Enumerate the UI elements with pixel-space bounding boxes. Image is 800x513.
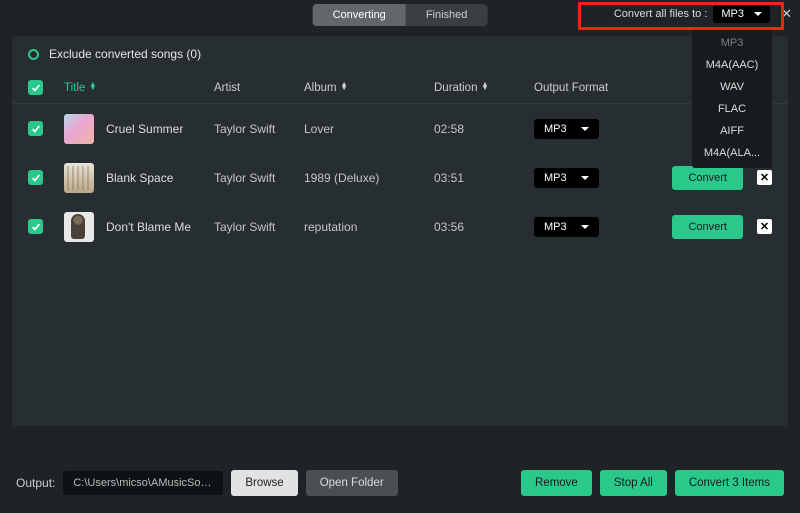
row-checkbox[interactable] <box>28 219 43 234</box>
convert-all-wrap: Convert all files to : MP3 <box>614 5 770 23</box>
songs-panel: Exclude converted songs (0) Search Title… <box>12 36 788 426</box>
song-artist: Taylor Swift <box>214 220 304 234</box>
browse-button[interactable]: Browse <box>231 470 297 496</box>
dropdown-item[interactable]: MP3 <box>692 32 772 54</box>
chevron-down-icon <box>581 127 589 131</box>
dropdown-item[interactable]: M4A(AAC) <box>692 54 772 76</box>
chevron-down-icon <box>581 176 589 180</box>
remove-row-button[interactable]: ✕ <box>757 170 772 185</box>
exclude-label[interactable]: Exclude converted songs (0) <box>49 47 201 61</box>
song-duration: 03:51 <box>434 171 534 185</box>
song-album: reputation <box>304 220 434 234</box>
tab-finished[interactable]: Finished <box>406 4 488 26</box>
song-artist: Taylor Swift <box>214 171 304 185</box>
row-format-select[interactable]: MP3 <box>534 168 599 188</box>
stop-all-button[interactable]: Stop All <box>600 470 667 496</box>
dropdown-item[interactable]: FLAC <box>692 98 772 120</box>
row-format-select[interactable]: MP3 <box>534 119 599 139</box>
dropdown-item[interactable]: M4A(ALA... <box>692 142 772 164</box>
convert-all-value: MP3 <box>721 8 744 20</box>
output-label: Output: <box>16 476 55 490</box>
row-checkbox[interactable] <box>28 121 43 136</box>
chevron-down-icon <box>754 12 762 16</box>
song-duration: 03:56 <box>434 220 534 234</box>
song-duration: 02:58 <box>434 122 534 136</box>
chevron-down-icon <box>581 225 589 229</box>
col-title[interactable]: Title▲▼ <box>64 82 214 94</box>
tab-converting[interactable]: Converting <box>313 4 406 26</box>
dropdown-item[interactable]: WAV <box>692 76 772 98</box>
convert-all-select[interactable]: MP3 <box>713 5 770 23</box>
song-title: Don't Blame Me <box>106 220 191 234</box>
row-format-value: MP3 <box>544 172 567 184</box>
convert-items-button[interactable]: Convert 3 Items <box>675 470 784 496</box>
row-checkbox[interactable] <box>28 170 43 185</box>
col-album[interactable]: Album▲▼ <box>304 82 434 94</box>
remove-button[interactable]: Remove <box>521 470 592 496</box>
sort-icon: ▲▼ <box>341 83 348 91</box>
convert-button[interactable]: Convert <box>672 166 743 190</box>
convert-button[interactable]: Convert <box>672 215 743 239</box>
table-body: Cruel Summer Taylor Swift Lover 02:58 MP… <box>12 104 788 251</box>
top-tabs: Converting Finished <box>313 4 488 26</box>
convert-all-label: Convert all files to : <box>614 8 708 20</box>
row-format-value: MP3 <box>544 221 567 233</box>
album-art <box>64 114 94 144</box>
table-row: Cruel Summer Taylor Swift Lover 02:58 MP… <box>12 104 788 153</box>
song-artist: Taylor Swift <box>214 122 304 136</box>
song-album: 1989 (Deluxe) <box>304 171 434 185</box>
song-album: Lover <box>304 122 434 136</box>
select-all-checkbox[interactable] <box>28 80 43 95</box>
close-icon[interactable]: ✕ <box>781 6 792 22</box>
song-title: Cruel Summer <box>106 122 183 136</box>
table-row: Blank Space Taylor Swift 1989 (Deluxe) 0… <box>12 153 788 202</box>
sort-icon: ▲▼ <box>481 83 488 91</box>
sort-icon: ▲▼ <box>89 83 96 91</box>
album-art <box>64 163 94 193</box>
footer: Output: C:\Users\micso\AMusicSoft\... Br… <box>0 453 800 513</box>
song-title: Blank Space <box>106 171 173 185</box>
output-path[interactable]: C:\Users\micso\AMusicSoft\... <box>63 471 223 495</box>
col-duration[interactable]: Duration▲▼ <box>434 82 534 94</box>
col-artist: Artist <box>214 82 304 94</box>
dropdown-item[interactable]: AIFF <box>692 120 772 142</box>
exclude-toggle-icon[interactable] <box>28 49 39 60</box>
open-folder-button[interactable]: Open Folder <box>306 470 398 496</box>
row-format-select[interactable]: MP3 <box>534 217 599 237</box>
table-header: Title▲▼ Artist Album▲▼ Duration▲▼ Output… <box>12 72 788 104</box>
format-dropdown: MP3M4A(AAC)WAVFLACAIFFM4A(ALA... <box>692 28 772 168</box>
remove-row-button[interactable]: ✕ <box>757 219 772 234</box>
album-art <box>64 212 94 242</box>
row-format-value: MP3 <box>544 123 567 135</box>
table-row: Don't Blame Me Taylor Swift reputation 0… <box>12 202 788 251</box>
